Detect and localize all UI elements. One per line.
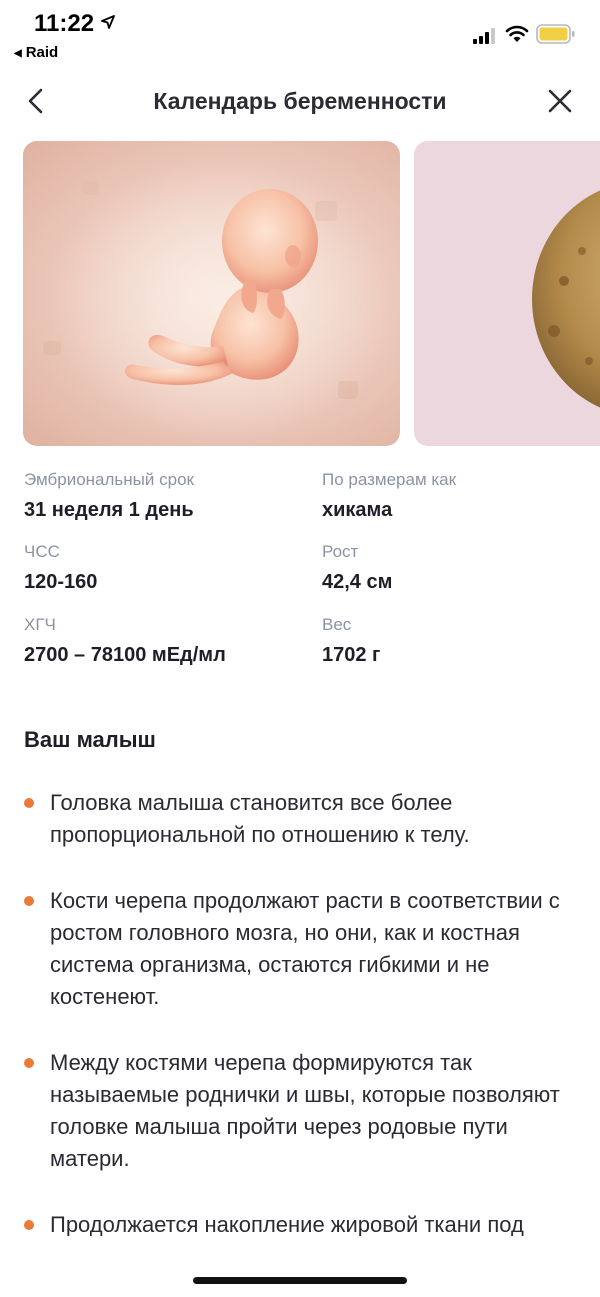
page-title: Календарь беременности: [153, 88, 447, 114]
close-button[interactable]: [545, 86, 575, 116]
bullet-dot-icon: [24, 1058, 34, 1068]
status-bar: 11:22 ◀ Raid: [0, 0, 600, 70]
bullet-dot-icon: [24, 1220, 34, 1230]
battery-icon: [536, 24, 575, 44]
fetus-illustration: [43, 161, 393, 441]
stat-value: 2700 – 78100 мЕд/мл: [24, 644, 226, 666]
stat-embryonic-term: Эмбриональный срок 31 неделя 1 день: [24, 470, 314, 522]
stat-label: Рост: [322, 542, 359, 561]
bullet-dot-icon: [24, 896, 34, 906]
nav-bar: Календарь беременности: [0, 76, 600, 128]
fetus-image-card[interactable]: [23, 141, 400, 446]
stat-label: Вес: [322, 615, 352, 634]
list-item: Головка малыша становится все более проп…: [24, 787, 584, 851]
back-app-label: Raid: [25, 44, 59, 61]
location-arrow-icon: [101, 15, 115, 29]
back-triangle-icon: ◀: [14, 48, 22, 59]
section-title: Ваш малыш: [24, 727, 156, 752]
stat-hcg: ХГЧ 2700 – 78100 мЕд/мл: [24, 615, 314, 667]
stat-value: 1702 г: [322, 644, 381, 666]
list-item-text: Головка малыша становится все более проп…: [50, 790, 470, 847]
stat-value: 42,4 см: [322, 571, 393, 593]
bullet-dot-icon: [24, 798, 34, 808]
list-item: Между костями черепа формируются так наз…: [24, 1047, 584, 1175]
stat-label: Эмбриональный срок: [24, 470, 194, 489]
jicama-illustration: [532, 190, 600, 408]
back-to-app-link[interactable]: ◀ Raid: [14, 44, 58, 61]
stat-value: хикама: [322, 499, 393, 521]
home-indicator[interactable]: [193, 1277, 407, 1284]
status-time: 11:22: [34, 10, 95, 37]
stat-label: ХГЧ: [24, 615, 56, 634]
list-item: Кости черепа продолжают расти в соответс…: [24, 885, 584, 1013]
stat-value: 31 неделя 1 день: [24, 499, 194, 521]
stat-label: По размерам как: [322, 470, 457, 489]
image-carousel[interactable]: [0, 141, 600, 447]
bullet-list: Головка малыша становится все более проп…: [24, 787, 584, 1297]
fruit-size-image-card[interactable]: [414, 141, 600, 446]
stat-height: Рост 42,4 см: [322, 542, 600, 594]
wifi-icon: [505, 25, 529, 42]
list-item-text: Между костями черепа формируются так наз…: [50, 1050, 560, 1171]
stat-size-like: По размерам как хикама: [322, 470, 600, 522]
signal-icon: [473, 28, 495, 44]
list-item-text: Кости черепа продолжают расти в соответс…: [50, 888, 560, 1009]
stat-weight: Вес 1702 г: [322, 615, 600, 667]
bottom-safe-area: [0, 1236, 600, 1297]
stat-value: 120-160: [24, 571, 98, 593]
stat-label: ЧСС: [24, 542, 60, 561]
stat-heart-rate: ЧСС 120-160: [24, 542, 314, 594]
